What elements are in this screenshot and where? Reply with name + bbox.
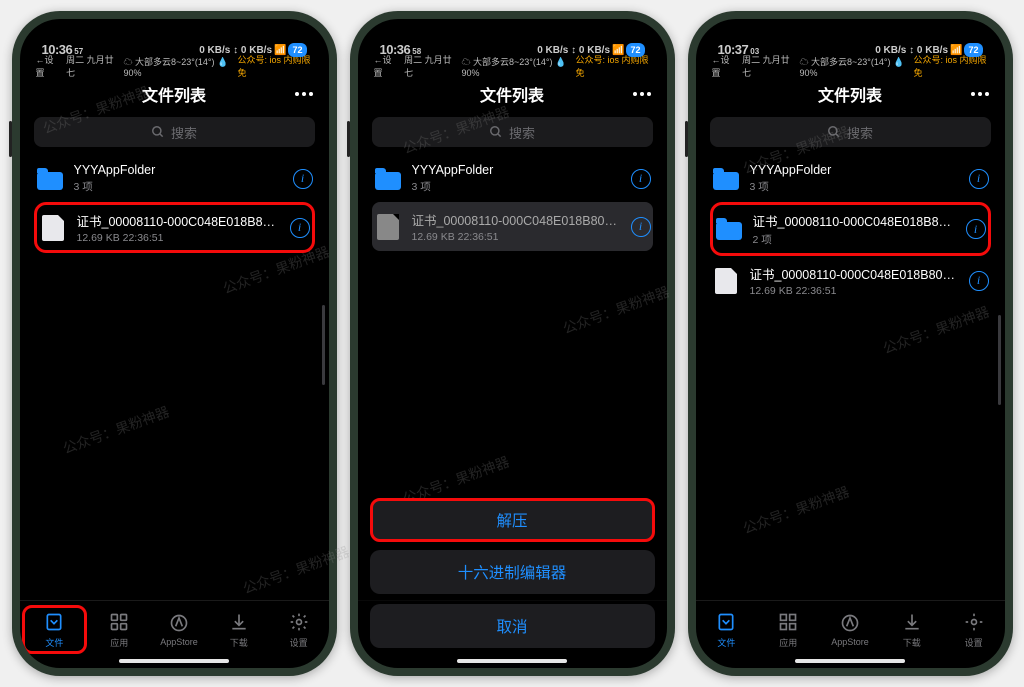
- list-item[interactable]: 证书_00008110-000C048E018B801E.zip 12.69 K…: [710, 256, 991, 305]
- tab-bar: 文件 应用 AppStore 下载 设置: [696, 600, 1005, 668]
- list-item[interactable]: YYYAppFolder 3 项 i: [372, 155, 653, 202]
- phone-frame-1: 10:36 57 0 KB/s ↕ 0 KB/s 📶 72 ←设置 周二 九月廿…: [12, 11, 337, 676]
- item-title: YYYAppFolder: [74, 163, 283, 177]
- status-time: 10:36: [42, 42, 73, 57]
- notch: [447, 19, 577, 45]
- list-item[interactable]: YYYAppFolder 3 项 i: [34, 155, 315, 202]
- screen: 10:36 58 0 KB/s ↕ 0 KB/s 📶 72 ←设置 周二 九月廿…: [358, 19, 667, 668]
- scroll-indicator[interactable]: [322, 305, 325, 385]
- more-button[interactable]: [971, 92, 989, 96]
- sub-status: ←设置 周二 九月廿七 ☁ 大部多云8~23°(14°) 💧 90% 公众号: …: [358, 59, 667, 75]
- search-field[interactable]: 搜索: [710, 117, 991, 147]
- folder-icon: [716, 218, 742, 240]
- folder-icon: [37, 168, 63, 190]
- sheet-action-hex-editor[interactable]: 十六进制编辑器: [370, 550, 655, 594]
- tab-download[interactable]: 下载: [209, 601, 269, 658]
- search-field[interactable]: 搜索: [372, 117, 653, 147]
- search-icon: [489, 125, 503, 139]
- search-icon: [827, 125, 841, 139]
- phone-frame-2: 10:36 58 0 KB/s ↕ 0 KB/s 📶 72 ←设置 周二 九月廿…: [350, 11, 675, 676]
- info-button[interactable]: i: [966, 219, 986, 239]
- tab-download[interactable]: 下载: [881, 601, 943, 658]
- file-list: YYYAppFolder 3 项 i 证书_00008110-000C048E0…: [20, 155, 329, 600]
- search-icon: [151, 125, 165, 139]
- apps-icon: [108, 611, 130, 633]
- store-icon: [839, 612, 861, 634]
- list-item[interactable]: 证书_00008110-000C048E018B801E 2 项 i: [710, 202, 991, 256]
- list-item[interactable]: YYYAppFolder 3 项 i: [710, 155, 991, 202]
- file-list: YYYAppFolder 3 项 i 证书_00008110-000C048E0…: [696, 155, 1005, 600]
- info-button[interactable]: i: [631, 169, 651, 189]
- action-sheet: 解压 十六进制编辑器 取消: [358, 498, 667, 668]
- tab-files[interactable]: 文件: [22, 605, 88, 654]
- gear-icon: [963, 611, 985, 633]
- files-icon: [715, 611, 737, 633]
- list-item[interactable]: 证书_00008110-000C048E018B801E.zip 12.69 K…: [372, 202, 653, 251]
- item-subtitle: 3 项: [74, 179, 283, 194]
- notch: [109, 19, 239, 45]
- screen: 10:37 03 0 KB/s ↕ 0 KB/s 📶 72 ←设置 周二 九月廿…: [696, 19, 1005, 668]
- status-time: 10:36: [380, 42, 411, 57]
- item-title: 证书_00008110-000C048E018B801E.zip: [77, 211, 280, 230]
- files-icon: [43, 611, 65, 633]
- status-net: 0 KB/s ↕ 0 KB/s: [199, 45, 272, 56]
- screen: 10:36 57 0 KB/s ↕ 0 KB/s 📶 72 ←设置 周二 九月廿…: [20, 19, 329, 668]
- status-battery: 72: [288, 43, 306, 57]
- info-button[interactable]: i: [293, 169, 313, 189]
- search-field[interactable]: 搜索: [34, 117, 315, 147]
- folder-icon: [375, 168, 401, 190]
- home-indicator[interactable]: [119, 659, 229, 663]
- tab-appstore[interactable]: AppStore: [149, 601, 209, 658]
- sub-status: ←设置 周二 九月廿七 ☁ 大部多云8~23°(14°) 💧 90% 公众号: …: [20, 59, 329, 75]
- tab-settings[interactable]: 设置: [269, 601, 329, 658]
- item-subtitle: 12.69 KB 22:36:51: [77, 232, 280, 244]
- search-placeholder: 搜索: [171, 123, 197, 142]
- file-icon: [42, 215, 64, 241]
- status-small: 57: [74, 47, 83, 56]
- nav-bar: 文件列表: [20, 75, 329, 113]
- download-icon: [901, 611, 923, 633]
- tab-bar: 文件 应用 AppStore 下载 设置: [20, 600, 329, 668]
- nav-bar: 文件列表: [696, 75, 1005, 113]
- info-button[interactable]: i: [290, 218, 310, 238]
- download-icon: [228, 611, 250, 633]
- info-button[interactable]: i: [969, 169, 989, 189]
- home-indicator[interactable]: [795, 659, 905, 663]
- more-button[interactable]: [633, 92, 651, 96]
- info-button[interactable]: i: [969, 271, 989, 291]
- scroll-indicator[interactable]: [998, 315, 1001, 405]
- tab-files[interactable]: 文件: [696, 601, 758, 658]
- sheet-cancel[interactable]: 取消: [370, 604, 655, 648]
- folder-icon: [713, 168, 739, 190]
- info-button[interactable]: i: [631, 217, 651, 237]
- phone-frame-3: 10:37 03 0 KB/s ↕ 0 KB/s 📶 72 ←设置 周二 九月廿…: [688, 11, 1013, 676]
- list-item[interactable]: 证书_00008110-000C048E018B801E.zip 12.69 K…: [34, 202, 315, 253]
- store-icon: [168, 612, 190, 634]
- apps-icon: [777, 611, 799, 633]
- nav-title: 文件列表: [142, 82, 206, 106]
- file-icon: [715, 268, 737, 294]
- tab-apps[interactable]: 应用: [89, 601, 149, 658]
- more-button[interactable]: [295, 92, 313, 96]
- sheet-action-unzip[interactable]: 解压: [370, 498, 655, 542]
- file-icon: [377, 214, 399, 240]
- nav-bar: 文件列表: [358, 75, 667, 113]
- tab-apps[interactable]: 应用: [757, 601, 819, 658]
- notch: [785, 19, 915, 45]
- sub-status: ←设置 周二 九月廿七 ☁ 大部多云8~23°(14°) 💧 90% 公众号: …: [696, 59, 1005, 75]
- tab-appstore[interactable]: AppStore: [819, 601, 881, 658]
- gear-icon: [288, 611, 310, 633]
- tab-settings[interactable]: 设置: [943, 601, 1005, 658]
